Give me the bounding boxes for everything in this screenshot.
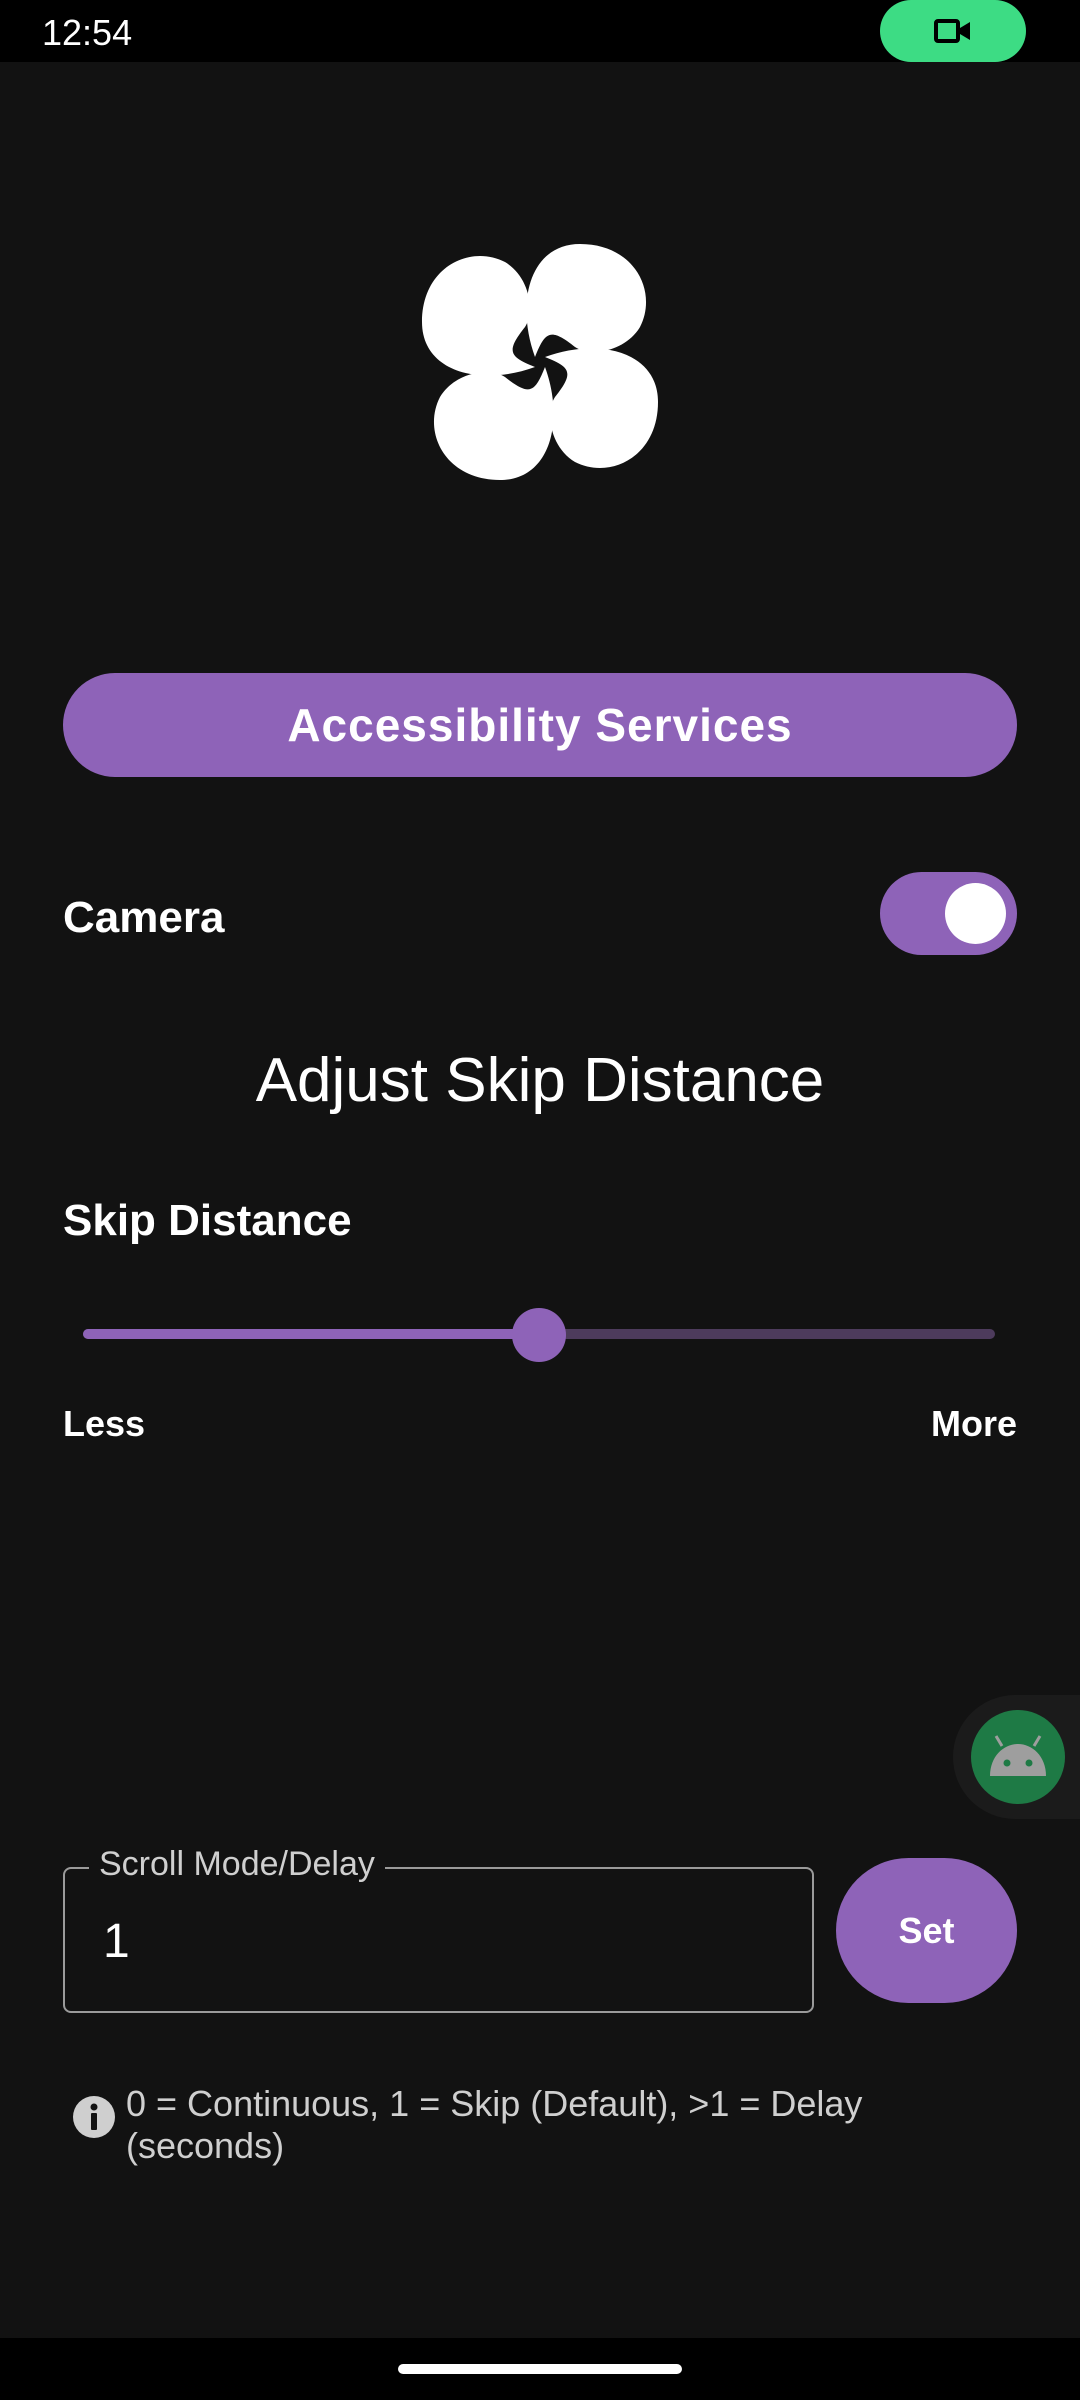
- scroll-delay-field-label: Scroll Mode/Delay: [89, 1845, 385, 1884]
- slider-max-label: More: [930, 1403, 1017, 1444]
- skip-distance-label: Skip Distance: [63, 1196, 352, 1245]
- screen: 12:54 Accessibility Services Camera Adju…: [0, 0, 1080, 2400]
- toggle-thumb: [945, 883, 1006, 944]
- hint: 0 = Continuous, 1 = Skip (Default), >1 =…: [72, 2083, 1012, 2167]
- floating-android-bubble[interactable]: [953, 1695, 1080, 1819]
- home-gesture-handle[interactable]: [398, 2364, 682, 2374]
- screen-recording-indicator[interactable]: [880, 0, 1026, 62]
- info-icon: [73, 2096, 115, 2138]
- accessibility-services-button[interactable]: Accessibility Services: [63, 673, 1017, 777]
- camera-label: Camera: [63, 893, 225, 942]
- scroll-delay-input[interactable]: [103, 1909, 763, 1973]
- set-button[interactable]: Set: [836, 1858, 1017, 2003]
- camera-toggle[interactable]: [880, 872, 1017, 955]
- android-robot-icon: [990, 1735, 1046, 1776]
- video-camera-icon: [934, 19, 970, 43]
- scroll-delay-field[interactable]: Scroll Mode/Delay: [63, 1845, 814, 2013]
- section-title: Adjust Skip Distance: [255, 1046, 825, 1115]
- pinwheel-logo-icon: [422, 244, 658, 480]
- skip-distance-slider-thumb[interactable]: [512, 1308, 566, 1362]
- skip-distance-slider-fill: [83, 1329, 539, 1339]
- slider-min-label: Less: [63, 1403, 146, 1444]
- hint-text: 0 = Continuous, 1 = Skip (Default), >1 =…: [126, 2083, 863, 2166]
- android-bubble-inner: [971, 1710, 1065, 1804]
- status-time: 12:54: [42, 12, 133, 53]
- status-bar: 12:54: [0, 0, 1080, 62]
